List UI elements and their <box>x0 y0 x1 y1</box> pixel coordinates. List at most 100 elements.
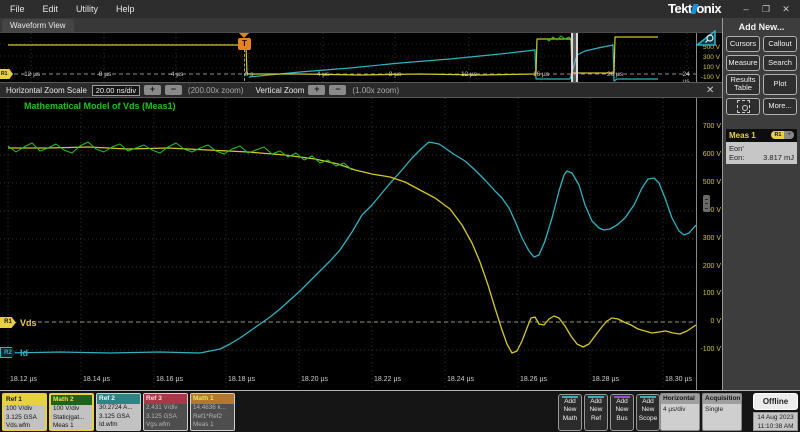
channel-badge-math2[interactable]: Math 2100 V/divStatic|gat...Meas 1 <box>49 393 94 431</box>
main-tick-label: 18.20 µs <box>301 376 328 383</box>
vertical-zoom-factor: (1.00x zoom) <box>352 86 399 95</box>
acquisition-badge[interactable]: Acquisition Single <box>702 393 742 431</box>
meas1-source-pill: R1 + <box>771 131 794 139</box>
menu-bar: File Edit Utility Help <box>0 4 135 14</box>
results-panel: Add New... CursorsCalloutMeasureSearchRe… <box>722 18 800 390</box>
channel-badge-math1[interactable]: Math 114.4836 k...Ref1*Ref2Meas 1 <box>190 393 235 431</box>
overview-tick-label: 0 s <box>245 71 254 78</box>
main-volt-label: 300 V <box>698 235 721 242</box>
main-volt-label: 100 V <box>698 290 721 297</box>
zoom-close-icon[interactable]: ✕ <box>706 85 714 96</box>
main-tick-label: 18.16 µs <box>156 376 183 383</box>
callout-button[interactable]: Callout <box>763 36 797 52</box>
main-tick-label: 18.12 µs <box>10 376 37 383</box>
overview-tick-label: 4 µs <box>317 71 329 78</box>
add-new-heading: Add New... <box>723 22 800 32</box>
id-label: Id <box>20 348 28 358</box>
main-id-trace <box>8 142 696 353</box>
meas1-values: Eon'Eon:3.817 mJ <box>726 142 797 164</box>
vertical-zoom-minus-button[interactable]: − <box>329 85 346 95</box>
add-new-scope-button[interactable]: AddNewScope <box>636 394 660 431</box>
channel-badge-ref3[interactable]: Ref 32.431 V/div3.125 GSAVgs.wfm <box>143 393 188 431</box>
restore-icon[interactable]: ❐ <box>756 0 776 18</box>
main-volt-label: 0 V <box>698 318 721 325</box>
channel-badge-row: 3.125 GSA <box>4 414 45 423</box>
handle-id[interactable]: R2Id <box>0 347 28 358</box>
menu-utility[interactable]: Utility <box>76 4 98 14</box>
channel-badge-row: 3.125 GSA <box>144 413 187 422</box>
tab-waveform-view[interactable]: Waveform View <box>2 19 74 33</box>
results-table-button[interactable]: Results Table <box>726 74 760 95</box>
channel-badge-row: 3.125 GSA <box>97 413 140 422</box>
main-math-trace <box>8 142 352 170</box>
overview-tick-label: -4 µs <box>169 71 184 78</box>
menu-edit[interactable]: Edit <box>43 4 59 14</box>
measure-button[interactable]: Measure <box>726 55 760 71</box>
tektronix-logo: Tektronix <box>668 1 721 16</box>
cursors-button[interactable]: Cursors <box>726 36 760 52</box>
menu-file[interactable]: File <box>10 4 25 14</box>
channel-badge-title: Math 2 <box>51 395 92 405</box>
offline-button[interactable]: Offline <box>753 393 798 410</box>
splitter-handle[interactable] <box>703 195 710 212</box>
vertical-zoom-label: Vertical Zoom <box>256 86 305 95</box>
channel-badge-title: Ref 1 <box>4 395 45 405</box>
meas-result-row: Eon:3.817 mJ <box>729 153 794 162</box>
channel-badge-row: 100 V/div <box>51 405 92 414</box>
horizontal-zoom-scale-input[interactable]: 20.00 ns/div <box>92 85 140 96</box>
minimize-icon[interactable]: – <box>736 0 756 18</box>
accent-line <box>640 396 656 398</box>
math-annotation: Mathematical Model of Vds (Meas1) <box>24 101 176 111</box>
main-volt-label: -100 V <box>698 346 721 353</box>
add-new-bus-button[interactable]: AddNewBus <box>610 394 634 431</box>
main-traces <box>0 98 697 390</box>
zoom-magnifier-icon[interactable] <box>696 30 716 51</box>
overview-tick-label: 12 µs <box>461 71 477 78</box>
channel-badge-row: 14.4836 k... <box>191 404 234 413</box>
more--button[interactable]: More... <box>763 98 797 115</box>
handle-vds[interactable]: R1Vds <box>0 317 37 328</box>
plot-button[interactable]: Plot <box>763 74 797 95</box>
zoom-window-indicator[interactable] <box>571 33 578 82</box>
add-new-ref-button[interactable]: AddNewRef <box>584 394 608 431</box>
overview-volt-label: 300 V <box>698 54 720 61</box>
horizontal-zoom-minus-button[interactable]: − <box>165 85 182 95</box>
add-new-math-button[interactable]: AddNewMath <box>558 394 582 431</box>
trigger-position-line <box>244 49 245 81</box>
main-tick-label: 18.24 µs <box>447 376 474 383</box>
main-graticule[interactable]: Mathematical Model of Vds (Meas1) 18.12 … <box>0 98 697 390</box>
close-icon[interactable]: ✕ <box>776 0 796 18</box>
overview-graticule[interactable]: -12 µs-8 µs-4 µs0 s4 µs8 µs12 µs16 µs20 … <box>0 33 697 82</box>
main-tick-label: 18.14 µs <box>83 376 110 383</box>
vertical-zoom-plus-button[interactable]: + <box>308 85 325 95</box>
overview-id-trace <box>249 45 658 81</box>
horizontal-zoom-plus-button[interactable]: + <box>144 85 161 95</box>
main-volt-label: 200 V <box>698 263 721 270</box>
meas-result-label: Eon' <box>729 144 744 153</box>
overview-tick-label: 20 µs <box>607 71 623 78</box>
channel-badge-ref2[interactable]: Ref 230.2724 A...3.125 GSAId.wfm <box>96 393 141 431</box>
meas-result-value: 3.817 mJ <box>763 153 794 162</box>
channel-badge-row: 30.2724 A... <box>97 404 140 413</box>
channel-badge-ref1[interactable]: Ref 1100 V/div3.125 GSAVds.wfm <box>2 393 47 431</box>
overview-volt-label: -100 V <box>698 74 720 81</box>
zoom-box-button[interactable] <box>726 98 760 115</box>
meas1-result-badge[interactable]: Meas 1 R1 + Eon'Eon:3.817 mJ <box>726 129 797 164</box>
main-tick-label: 18.28 µs <box>592 376 619 383</box>
horizontal-badge[interactable]: Horizontal 4 µs/div <box>660 393 700 431</box>
meas1-name: Meas 1 <box>729 131 756 140</box>
channel-badge-row: Vgs.wfm <box>144 421 187 430</box>
channel-badge-row: Id.wfm <box>97 421 140 430</box>
trigger-marker[interactable]: T <box>238 33 251 50</box>
main-waveform-view: Mathematical Model of Vds (Meas1) 18.12 … <box>0 98 722 390</box>
overview-tick-label: 16 µs <box>533 71 549 78</box>
bottom-settings-bar: Ref 1100 V/div3.125 GSAVds.wfmMath 2100 … <box>0 390 800 432</box>
date-time-display: 14 Aug 2023 11:10:38 AM <box>753 412 798 431</box>
channel-badge-row: Static|gat... <box>51 414 92 423</box>
scope-application-window: FileEditUtilityHelp Tektronix –❐✕ Wavefo… <box>0 0 800 432</box>
accent-line <box>614 396 630 398</box>
title-bar: File Edit Utility Help Tektronix –❐✕ <box>0 0 800 18</box>
main-tick-label: 18.18 µs <box>228 376 255 383</box>
search-button[interactable]: Search <box>763 55 797 71</box>
menu-help[interactable]: Help <box>116 4 135 14</box>
